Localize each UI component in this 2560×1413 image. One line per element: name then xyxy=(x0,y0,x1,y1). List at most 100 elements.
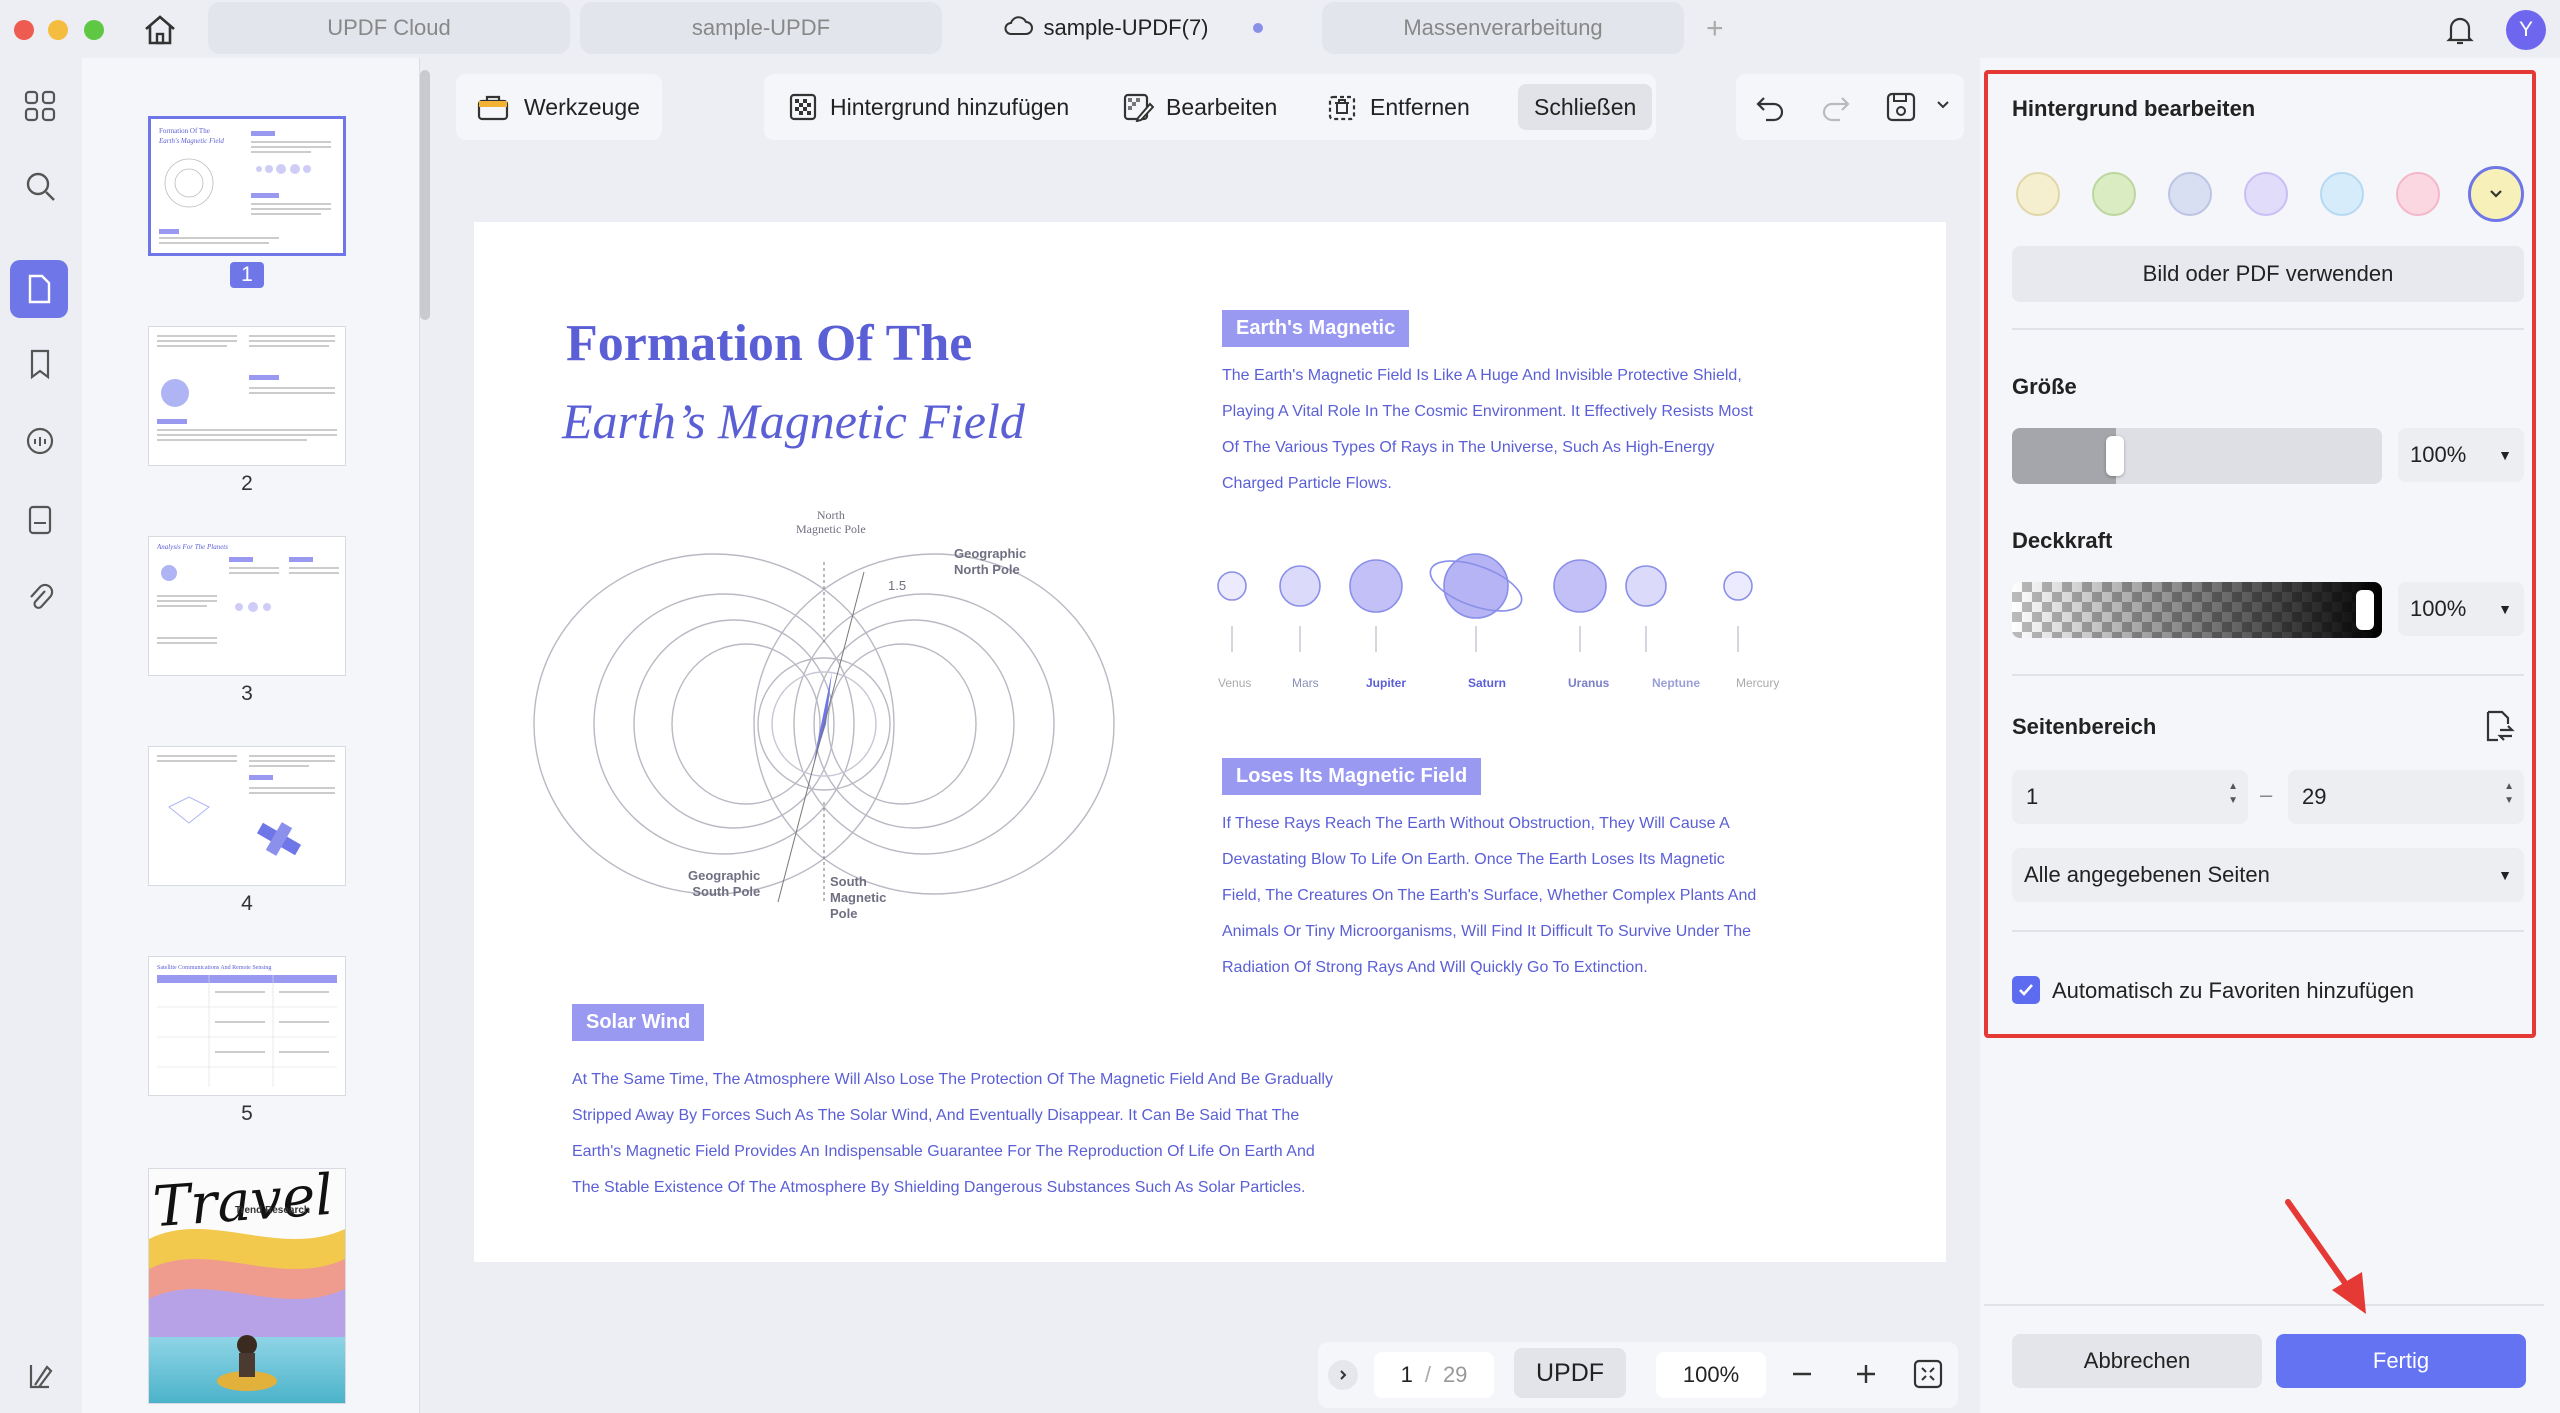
chevron-down-icon[interactable] xyxy=(1934,96,1952,119)
favorites-checkbox[interactable] xyxy=(2012,976,2040,1004)
paragraph-1: The Earth's Magnetic Field Is Like A Hug… xyxy=(1222,358,1753,502)
avatar[interactable]: Y xyxy=(2506,10,2546,50)
color-swatch-pink[interactable] xyxy=(2396,172,2440,216)
page-number-1: 1 xyxy=(230,262,264,288)
page-thumbnail-4[interactable] xyxy=(148,746,346,886)
minimize-window-button[interactable] xyxy=(48,20,68,40)
remove-background-button[interactable]: Entfernen xyxy=(1312,84,1484,130)
save-icon[interactable] xyxy=(1884,90,1918,129)
attachment-icon[interactable] xyxy=(18,576,62,620)
page-number-label: 4 xyxy=(241,892,253,915)
panel-divider xyxy=(2012,328,2524,330)
page-subset-select[interactable]: Alle angegebenen Seiten ▼ xyxy=(2012,848,2524,902)
color-swatch-cream[interactable] xyxy=(2016,172,2060,216)
background-toolbar: Hintergrund hinzufügen Bearbeiten Entfer… xyxy=(764,74,1656,140)
left-toolbar xyxy=(0,58,80,1413)
planets-graphic-right xyxy=(1625,565,1753,652)
svg-text:Formation Of The: Formation Of The xyxy=(159,127,210,135)
tab-massenverarbeitung[interactable]: Massenverarbeitung xyxy=(1322,2,1684,54)
opacity-gradient xyxy=(2012,582,2382,638)
size-percent-select[interactable]: 100% ▼ xyxy=(2398,428,2524,482)
search-icon[interactable] xyxy=(18,164,62,208)
tab-updf-cloud[interactable]: UPDF Cloud xyxy=(208,2,570,54)
close-window-button[interactable] xyxy=(14,20,34,40)
opacity-slider[interactable] xyxy=(2012,582,2382,638)
page-range-settings-icon[interactable] xyxy=(2480,708,2516,749)
size-value: 100% xyxy=(2410,442,2467,467)
doc-title-line1: Formation Of The xyxy=(566,315,973,372)
thumbnail-subtitle: Trend Research xyxy=(235,1205,311,1216)
paragraph-line: Playing A Vital Role In The Cosmic Envir… xyxy=(1222,403,1753,420)
thumbnail-scrollbar[interactable] xyxy=(420,70,430,320)
new-tab-icon[interactable]: + xyxy=(1706,12,1724,46)
range-to-value: 29 xyxy=(2302,784,2327,809)
color-swatch-lavender[interactable] xyxy=(2244,172,2288,216)
zoom-in-icon[interactable] xyxy=(1852,1360,1880,1393)
cloud-icon xyxy=(1003,14,1034,42)
size-slider-fill xyxy=(2012,428,2116,484)
tab-sample-updf-7[interactable]: sample-UPDF(7) xyxy=(952,2,1314,54)
remove-label: Entfernen xyxy=(1370,93,1470,120)
page-thumbnail-6[interactable]: Travel Trend Research xyxy=(148,1168,346,1404)
range-from-input[interactable]: 1 ▲ ▼ xyxy=(2012,770,2248,824)
page-number-label: 5 xyxy=(241,1102,253,1125)
edit-background-button[interactable]: Bearbeiten xyxy=(1108,84,1291,130)
north-magnetic-pole-label: North Magnetic Pole xyxy=(796,508,866,536)
zoom-out-icon[interactable] xyxy=(1788,1360,1816,1393)
page-subset-value: Alle angegebenen Seiten xyxy=(2024,862,2270,887)
geographic-south-pole-label: Geographic South Pole xyxy=(688,868,761,899)
thumbnail-panel: Formation Of The Earth's Magnetic Field 1… xyxy=(82,58,420,1413)
updf-brand-button[interactable]: UPDF xyxy=(1514,1348,1626,1398)
page-thumbnail-1[interactable]: Formation Of The Earth's Magnetic Field xyxy=(148,116,346,256)
home-icon[interactable] xyxy=(140,10,180,50)
page-thumbnail-2[interactable] xyxy=(148,326,346,466)
zoom-level[interactable]: 100% xyxy=(1656,1352,1766,1398)
opacity-percent-select[interactable]: 100% ▼ xyxy=(2398,582,2524,636)
tab-label: sample-UPDF(7) xyxy=(1043,15,1209,40)
use-image-or-pdf-button[interactable]: Bild oder PDF verwenden xyxy=(2012,246,2524,302)
tab-sample-updf[interactable]: sample-UPDF xyxy=(580,2,942,54)
cancel-button[interactable]: Abbrechen xyxy=(2012,1334,2262,1388)
caret-down-icon: ▼ xyxy=(2498,601,2512,617)
add-background-button[interactable]: Hintergrund hinzufügen xyxy=(774,84,1083,130)
bell-icon[interactable] xyxy=(2442,12,2478,48)
range-from-value: 1 xyxy=(2026,784,2039,809)
form-icon[interactable] xyxy=(18,498,62,542)
close-background-button[interactable]: Schließen xyxy=(1518,84,1653,130)
color-swatch-green[interactable] xyxy=(2092,172,2136,216)
page-thumbnail-5[interactable]: Satellite Communications And Remote Sens… xyxy=(148,956,346,1096)
comment-icon[interactable] xyxy=(18,420,62,464)
size-slider[interactable] xyxy=(2012,428,2382,484)
page-navigation-bar: 1 / 29 UPDF 100% xyxy=(1318,1342,1958,1408)
tools-button[interactable]: Werkzeuge xyxy=(456,74,662,140)
page-thumbnail-3[interactable]: Analysis For The Planets xyxy=(148,536,346,676)
opacity-slider-handle[interactable] xyxy=(2356,590,2374,630)
page-number-4: 4 xyxy=(230,892,264,916)
range-to-input[interactable]: 29 ▲ ▼ xyxy=(2288,770,2524,824)
layers-icon[interactable] xyxy=(18,1354,62,1398)
undo-icon[interactable] xyxy=(1754,90,1788,129)
color-swatch-blue-gray[interactable] xyxy=(2168,172,2212,216)
stepper-icon[interactable]: ▲ ▼ xyxy=(2228,780,2238,808)
planet-label-mars: Mars xyxy=(1292,676,1319,690)
color-swatch-light-blue[interactable] xyxy=(2320,172,2364,216)
angle-label: 1.5 xyxy=(888,578,907,593)
panel-divider xyxy=(2012,674,2524,676)
color-swatch-yellow-selected[interactable] xyxy=(2468,166,2524,222)
done-button[interactable]: Fertig xyxy=(2276,1334,2526,1388)
size-slider-handle[interactable] xyxy=(2106,436,2124,476)
panel-title: Hintergrund bearbeiten xyxy=(2012,96,2256,121)
tab-label: sample-UPDF xyxy=(691,15,831,40)
grid-icon[interactable] xyxy=(18,84,62,128)
svg-text:Satellite Communications And R: Satellite Communications And Remote Sens… xyxy=(157,965,271,971)
stepper-icon[interactable]: ▲ ▼ xyxy=(2504,780,2514,808)
fit-page-icon[interactable] xyxy=(1912,1358,1944,1395)
chevron-right-icon[interactable] xyxy=(1328,1360,1358,1390)
unsaved-dot-icon xyxy=(1252,23,1263,33)
footer-divider xyxy=(1984,1304,2544,1306)
pages-icon[interactable] xyxy=(10,260,68,318)
bookmark-icon[interactable] xyxy=(18,342,62,386)
page-number-field[interactable]: 1 / 29 xyxy=(1374,1352,1494,1398)
redo-icon[interactable] xyxy=(1818,90,1852,129)
maximize-window-button[interactable] xyxy=(84,20,104,40)
